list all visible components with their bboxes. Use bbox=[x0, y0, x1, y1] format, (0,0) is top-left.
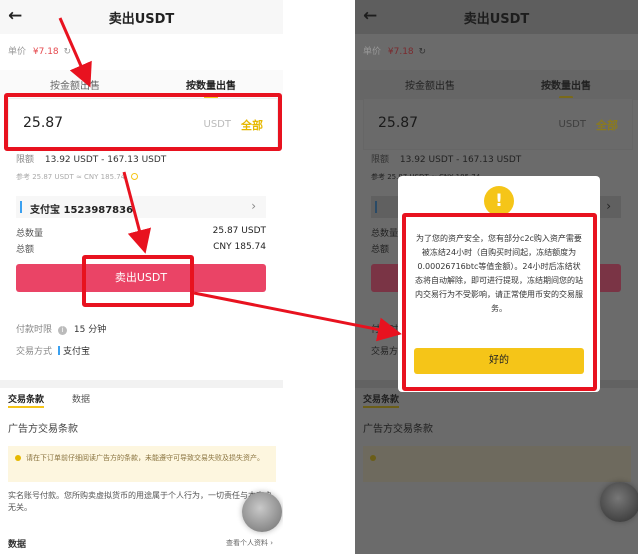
section-divider bbox=[0, 380, 283, 388]
amount-unit: USDT bbox=[558, 119, 586, 130]
amount-value: 25.87 bbox=[378, 115, 419, 131]
total-amount-label: 总额 bbox=[371, 245, 390, 255]
alipay-marker-icon bbox=[375, 201, 377, 213]
terms-body: 实名账号付款。您所购卖虚拟货币的用途属于个人行为，一切责任与本商户无关。 bbox=[8, 491, 272, 512]
terms-notice-text: 请在下订单前仔细阅读广告方的条款，未能遵守可导致交易失败及损失资产。 bbox=[26, 454, 264, 462]
annotation-box-amount bbox=[4, 93, 282, 151]
payment-method-selector[interactable]: 支付宝 1523987836 › bbox=[16, 196, 266, 218]
advertiser-terms-title: 广告方交易条款 bbox=[363, 424, 433, 435]
data-heading: 数据 bbox=[8, 540, 27, 550]
alipay-marker-icon bbox=[58, 346, 61, 355]
reference-text: 参考 25.87 USDT ≈ CNY 185.74 bbox=[16, 173, 126, 181]
refresh-icon[interactable]: ↻ bbox=[419, 47, 427, 57]
unit-price-row: 单价 ¥7.18 ↻ bbox=[8, 44, 71, 57]
info-icon[interactable]: i bbox=[58, 326, 68, 335]
trade-method-row: 交易方式 支付宝 bbox=[16, 344, 90, 357]
payment-time-value: 15 分钟 bbox=[73, 325, 107, 335]
tab-sell-by-quantity[interactable]: 按数量出售 bbox=[541, 77, 591, 92]
screenshot-root: ← 卖出USDT 单价 ¥7.18 ↻ 按金额出售 按数量出售 25.87 US… bbox=[0, 0, 638, 554]
info-dot-icon bbox=[131, 173, 139, 180]
unit-price-value: ¥7.18 bbox=[387, 47, 414, 57]
tab-sell-by-quantity[interactable]: 按数量出售 bbox=[186, 77, 236, 92]
total-quantity-value: 25.87 USDT bbox=[212, 226, 266, 236]
total-amount-row: 总额 CNY 185.74 bbox=[16, 242, 266, 255]
top-bar: ← 卖出USDT bbox=[0, 0, 283, 34]
sell-mode-tabs: 按金额出售 按数量出售 bbox=[355, 70, 638, 100]
tab-sell-by-amount[interactable]: 按金额出售 bbox=[50, 77, 100, 92]
page-title: 卖出USDT bbox=[463, 12, 530, 27]
amount-input[interactable]: 25.87 USDT 全部 bbox=[363, 98, 633, 150]
top-bar: ← 卖出USDT bbox=[355, 0, 638, 34]
trade-method-label: 交易方式 bbox=[16, 347, 53, 357]
warning-dot-icon bbox=[15, 455, 21, 461]
total-quantity-row: 总数量 25.87 USDT bbox=[16, 226, 266, 239]
chevron-right-icon: › bbox=[251, 199, 256, 213]
floating-assistive-button[interactable] bbox=[600, 482, 638, 522]
all-button[interactable]: 全部 bbox=[596, 117, 618, 133]
limit-value: 13.92 USDT - 167.13 USDT bbox=[44, 155, 167, 165]
reference-row: 参考 25.87 USDT ≈ CNY 185.74 bbox=[16, 172, 139, 182]
total-amount-value: CNY 185.74 bbox=[213, 242, 266, 252]
unit-price-label: 单价 bbox=[363, 47, 382, 57]
terms-notice: 请在下订单前仔细阅读广告方的条款，未能遵守可导致交易失败及损失资产。 bbox=[8, 446, 276, 482]
total-quantity-label: 总数量 bbox=[371, 229, 399, 239]
tab-trade-terms[interactable]: 交易条款 bbox=[363, 392, 400, 408]
tab-trade-terms[interactable]: 交易条款 bbox=[8, 392, 45, 408]
annotation-box-dialog bbox=[402, 213, 597, 391]
trade-method-value: 支付宝 bbox=[63, 347, 91, 357]
advertiser-terms-title: 广告方交易条款 bbox=[8, 424, 78, 435]
annotation-box-sell-button bbox=[82, 255, 194, 307]
page-title: 卖出USDT bbox=[108, 12, 175, 27]
warning-icon: ! bbox=[484, 186, 514, 216]
payment-method-name: 支付宝 1523987836 bbox=[30, 205, 134, 216]
unit-price-row: 单价 ¥7.18 ↻ bbox=[363, 44, 426, 57]
limit-row: 限额 13.92 USDT - 167.13 USDT bbox=[371, 152, 521, 165]
chevron-right-icon: › bbox=[606, 199, 611, 213]
terms-tabs: 交易条款 数据 bbox=[0, 388, 283, 412]
limit-label: 限额 bbox=[371, 155, 390, 165]
unit-price-value: ¥7.18 bbox=[32, 47, 59, 57]
terms-notice bbox=[363, 446, 631, 482]
refresh-icon[interactable]: ↻ bbox=[64, 47, 72, 57]
tab-sell-by-amount[interactable]: 按金额出售 bbox=[405, 77, 455, 92]
limit-row: 限额 13.92 USDT - 167.13 USDT bbox=[16, 152, 166, 165]
total-amount-label: 总额 bbox=[16, 245, 35, 255]
floating-assistive-button[interactable] bbox=[242, 492, 282, 532]
bottom-bar: 数据 查看个人资料 › bbox=[0, 532, 283, 554]
view-profile-link[interactable]: 查看个人资料 › bbox=[226, 538, 273, 548]
unit-price-label: 单价 bbox=[8, 47, 27, 57]
payment-time-row: 付款时限 i 15 分钟 bbox=[16, 322, 106, 335]
limit-value: 13.92 USDT - 167.13 USDT bbox=[399, 155, 522, 165]
limit-label: 限额 bbox=[16, 155, 35, 165]
payment-time-label: 付款时限 bbox=[16, 325, 53, 335]
total-quantity-label: 总数量 bbox=[16, 229, 44, 239]
tab-data[interactable]: 数据 bbox=[72, 392, 90, 405]
alipay-marker-icon bbox=[20, 201, 22, 213]
warning-dot-icon bbox=[370, 455, 376, 461]
